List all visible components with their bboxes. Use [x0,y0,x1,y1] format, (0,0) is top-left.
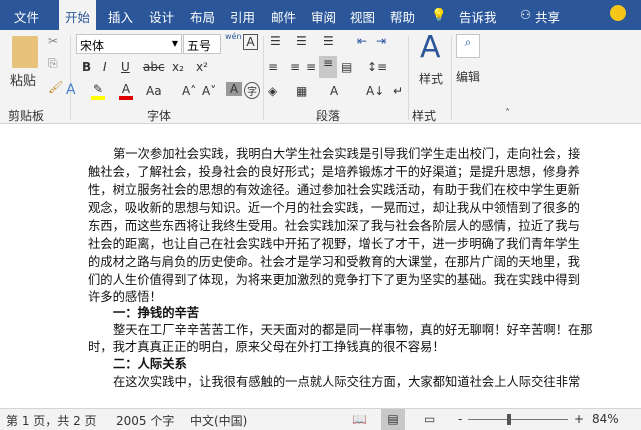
tab-design[interactable]: 设计 [149,7,174,26]
zoom-out-button[interactable]: - [458,412,462,426]
text-effect-a-icon[interactable]: A [66,82,76,98]
group-label-paragraph: 段落 [316,109,341,123]
font-color-icon[interactable]: A [119,82,133,100]
shading-icon[interactable]: ◈ [268,84,277,98]
change-case-button[interactable]: Aa [146,84,162,98]
person-icon: ⚇ [520,7,532,22]
align-center-icon[interactable]: ≡ [290,60,300,74]
justify-icon[interactable]: ≡ [319,56,337,78]
tab-file[interactable]: 文件 [14,7,39,26]
paste-icon[interactable] [12,36,38,68]
divider [451,36,452,120]
zoom-slider-thumb[interactable] [507,414,512,425]
styles-button[interactable]: 样式 [419,70,443,87]
zoom-in-button[interactable]: + [574,412,584,426]
paragraph-line: 们的人生价值得到了体现，为将来更加激烈的竞争打下了更为坚实的基础。我在实践中得到 [88,273,580,287]
line-spacing-icon[interactable]: ↕≡ [367,60,387,74]
read-mode-icon[interactable]: 📖 [352,412,367,426]
search-icon[interactable]: ⌕ [456,34,480,58]
tab-review[interactable]: 审阅 [311,7,336,26]
tab-view[interactable]: 视图 [350,7,375,26]
styles-icon[interactable]: A [420,30,441,65]
distributed-icon[interactable]: ▤ [341,60,352,74]
ribbon: 粘贴 ✂ ⎘ 🖌 剪贴板 宋体 ▼ 五号 wén A B I U abc x₂ x… [0,30,641,124]
format-painter-icon[interactable]: 🖌 [48,80,63,94]
strikethrough-button[interactable]: abc [143,60,165,74]
subscript-button[interactable]: x₂ [172,60,184,74]
document-page[interactable]: 第一次参加社会实践，我明白大学生社会实践是引导我们学生走出校门，走向社会，接 触… [0,125,641,408]
tab-home[interactable]: 开始 [59,0,97,30]
collapse-ribbon-icon[interactable]: ˄ [505,108,510,119]
paragraph-line: 东西，而这些东西将让我终生受用。社会实践加深了我与社会各阶层人的感情，拉近了我与 [88,219,580,233]
paragraph-line: 性，树立服务社会的思想的有效途径。通过参加社会实践活动，有助于我们在校中学生更新 [88,183,580,197]
font-size-select[interactable]: 五号 [183,34,221,54]
paragraph-line: 整天在工厂辛辛苦苦工作，天天面对的都是同一样事物，真的好无聊啊！好辛苦啊！在那 [113,323,593,337]
tell-me-button[interactable]: 告诉我 [459,7,497,26]
print-layout-icon[interactable]: ▤ [381,409,405,430]
show-marks-icon[interactable]: ↵ [393,84,403,98]
char-shading-icon[interactable]: A [226,82,242,96]
cut-icon[interactable]: ✂ [48,34,58,48]
editing-button[interactable]: 编辑 [456,68,480,85]
paste-button[interactable]: 粘贴 [10,70,36,89]
highlight-icon[interactable]: ✎ [91,82,105,100]
enclose-char-icon[interactable]: 字 [244,82,260,99]
char-border-icon[interactable]: A [243,34,258,50]
status-bar: 第 1 页，共 2 页 2005 个字 中文(中国) 📖 ▤ ▭ - + 84% [0,408,641,430]
bullets-icon[interactable]: ☰ [270,34,281,48]
paragraph-line: 的成材之路与肩负的历史使命。社会才是学习和受教育的大课堂，在那片广阔的天地里，我 [88,255,580,269]
paragraph-line: 第一次参加社会实践，我明白大学生社会实践是引导我们学生走出校门，走向社会，接 [113,147,581,161]
paragraph-line: 观念，吸收新的思想与知识。近一个月的社会实践，一晃而过，却让我从中领悟到了很多的 [88,201,580,215]
language[interactable]: 中文(中国) [190,412,247,429]
chevron-down-icon: ▼ [171,39,178,48]
divider [70,36,71,120]
increase-indent-icon[interactable]: ⇥ [376,34,386,48]
italic-button[interactable]: I [103,60,107,74]
shrink-font-icon[interactable]: A˅ [202,84,216,98]
tab-references[interactable]: 引用 [230,7,255,26]
pinyin-guide-icon[interactable]: wén [225,32,242,41]
smiley-icon[interactable] [610,5,626,21]
zoom-slider[interactable] [468,419,568,420]
paragraph-line: 时，我才真真正正的明白，原来父母在外打工挣钱真的很不容易！ [88,340,445,354]
font-name-value: 宋体 [80,39,105,53]
group-label-clipboard: 剪贴板 [8,109,45,123]
paragraph-line: 社会的距离，也让自己在社会实践中开拓了视野，增长了才干，进一步明确了我们青年学生 [88,237,580,251]
font-size-value: 五号 [187,39,212,53]
share-button[interactable]: 共享 [535,7,560,26]
grow-font-icon[interactable]: A˄ [182,84,196,98]
paragraph-line: 触社会，了解社会，投身社会的良好形式；是培养锻炼才干的好渠道；是提升思想，修身养 [88,165,580,179]
group-label-font: 字体 [147,109,172,123]
sort-icon[interactable]: A↓ [366,84,384,98]
tab-layout[interactable]: 布局 [190,7,215,26]
section-heading: 一：挣钱的辛苦 [113,306,200,320]
copy-icon[interactable]: ⎘ [48,56,58,71]
align-left-icon[interactable]: ≡ [268,60,278,74]
word-count[interactable]: 2005 个字 [116,412,174,429]
page-count[interactable]: 第 1 页，共 2 页 [6,412,97,429]
ribbon-tabs: 文件 开始 插入 设计 布局 引用 邮件 审阅 视图 帮助 💡 告诉我 ⚇ 共享 [0,0,641,30]
lightbulb-icon: 💡 [431,7,447,22]
divider [408,36,409,120]
multilevel-list-icon[interactable]: ☰ [323,34,334,48]
group-label-styles: 样式 [412,109,437,123]
numbering-icon[interactable]: ☰ [296,34,307,48]
font-name-select[interactable]: 宋体 ▼ [76,34,182,54]
borders-icon[interactable]: ▦ [296,84,307,98]
section-heading: 二：人际关系 [113,357,187,371]
web-layout-icon[interactable]: ▭ [424,412,435,426]
tab-mailings[interactable]: 邮件 [271,7,296,26]
bold-button[interactable]: B [82,60,91,74]
tab-insert[interactable]: 插入 [108,7,133,26]
divider [263,36,264,120]
text-direction-icon[interactable]: A [330,84,338,98]
decrease-indent-icon[interactable]: ⇤ [357,34,367,48]
paragraph-line: 在这次实践中，让我很有感触的一点就人际交往方面，大家都知道社会上人际交往非常 [113,375,581,389]
underline-button[interactable]: U [121,60,130,74]
zoom-level[interactable]: 84% [592,412,619,426]
superscript-button[interactable]: x² [196,60,208,74]
align-right-icon[interactable]: ≡ [306,60,316,74]
tab-help[interactable]: 帮助 [390,7,415,26]
